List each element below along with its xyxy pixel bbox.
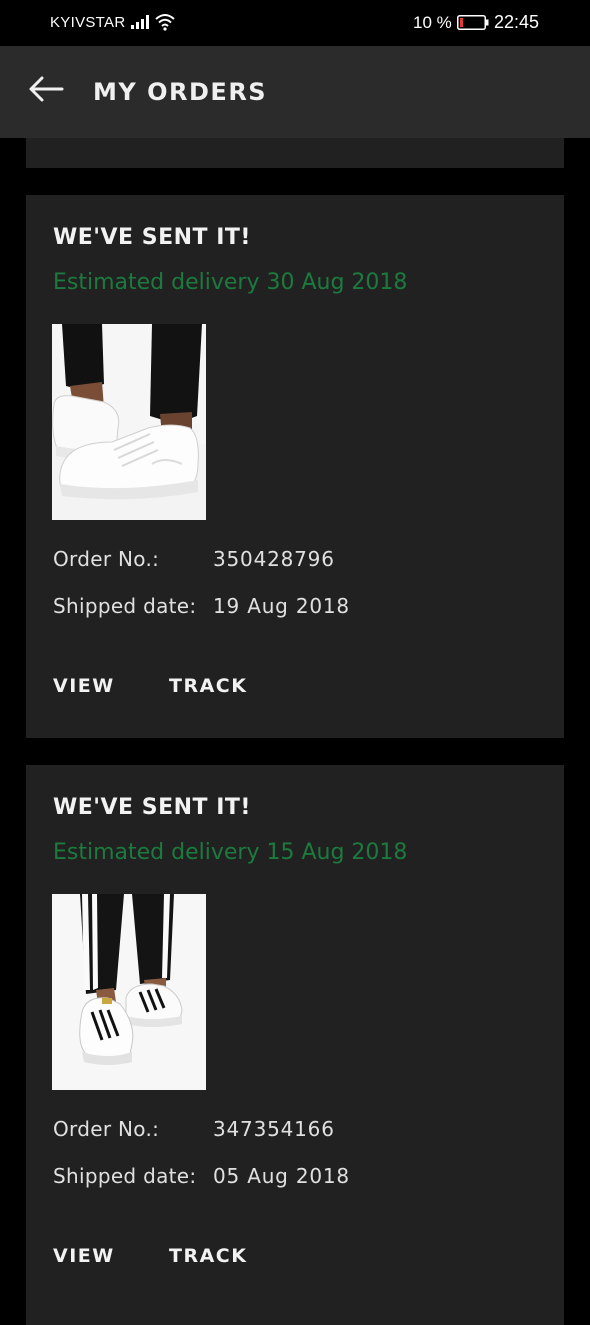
order-number: 347354166 xyxy=(213,1117,335,1141)
wifi-icon xyxy=(155,14,175,31)
order-number-label: Order No.: xyxy=(53,1117,160,1141)
order-card: WE'VE SENT IT! Estimated delivery 30 Aug… xyxy=(26,195,564,738)
track-button[interactable]: TRACK xyxy=(169,1245,247,1267)
order-card: WE'VE SENT IT! Estimated delivery 15 Aug… xyxy=(26,765,564,1325)
estimated-delivery: Estimated delivery 15 Aug 2018 xyxy=(53,840,408,865)
shipped-date: 05 Aug 2018 xyxy=(213,1164,350,1188)
page-title: MY ORDERS xyxy=(93,78,268,106)
order-status: WE'VE SENT IT! xyxy=(53,225,251,250)
view-button[interactable]: VIEW xyxy=(53,1245,115,1267)
estimated-delivery: Estimated delivery 30 Aug 2018 xyxy=(53,270,408,295)
shipped-date-label: Shipped date: xyxy=(53,594,197,618)
white-sneakers-image[interactable] xyxy=(52,324,206,520)
shipped-date: 19 Aug 2018 xyxy=(213,594,350,618)
shipped-date-label: Shipped date: xyxy=(53,1164,197,1188)
order-card-previous xyxy=(26,138,564,168)
app-bar: MY ORDERS xyxy=(0,46,590,138)
order-status: WE'VE SENT IT! xyxy=(53,795,251,820)
status-bar: KYIVSTAR 10 % 22:45 xyxy=(0,0,590,46)
order-number: 350428796 xyxy=(213,547,335,571)
signal-icon xyxy=(131,15,149,29)
arrow-left-icon[interactable] xyxy=(28,74,64,104)
order-number-label: Order No.: xyxy=(53,547,160,571)
view-button[interactable]: VIEW xyxy=(53,675,115,697)
striped-sneakers-image[interactable] xyxy=(52,894,206,1090)
battery-percent: 10 % xyxy=(413,13,452,32)
track-button[interactable]: TRACK xyxy=(169,675,247,697)
carrier-name: KYIVSTAR xyxy=(50,14,126,31)
clock: 22:45 xyxy=(494,12,540,32)
battery-icon xyxy=(457,15,489,30)
